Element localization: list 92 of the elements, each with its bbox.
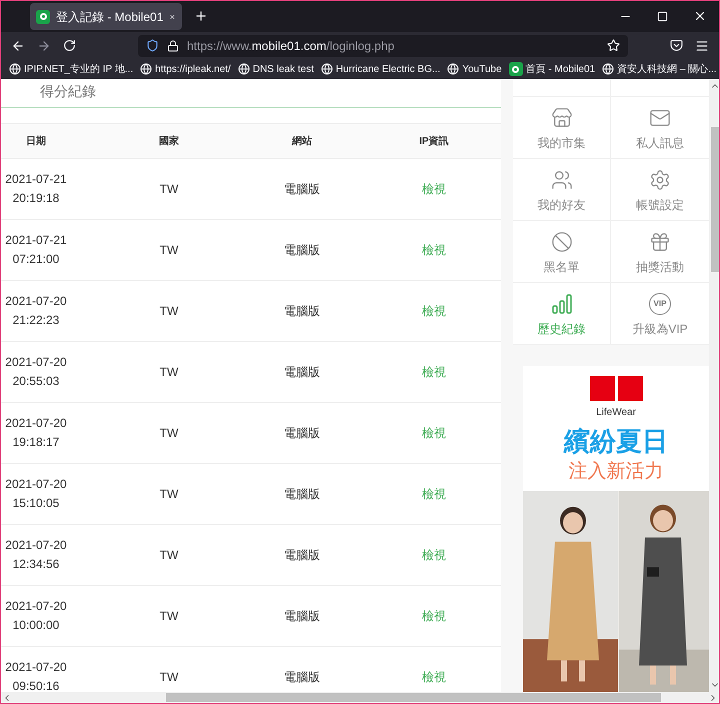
column-header: 國家 — [159, 134, 179, 148]
column-header: IP資訊 — [419, 134, 449, 148]
date-cell-text: 2021-07-21 07:21:00 — [5, 232, 67, 268]
mail-icon — [649, 107, 671, 129]
view-link[interactable]: 檢視 — [422, 607, 446, 625]
globe-icon — [320, 63, 333, 75]
site-cell-text: 電腦版 — [284, 547, 320, 564]
bookmark-item[interactable]: DNS leak test — [238, 62, 314, 76]
view-link[interactable]: 檢視 — [422, 668, 446, 686]
view-link[interactable]: 檢視 — [422, 424, 446, 442]
globe-icon — [9, 63, 21, 75]
forward-icon[interactable] — [37, 38, 51, 52]
date-cell-text: 2021-07-21 20:19:18 — [5, 171, 67, 207]
country-cell-text: TW — [160, 181, 178, 198]
view-link[interactable]: 檢視 — [422, 546, 446, 564]
bar-chart-icon — [550, 293, 572, 315]
country-cell-text: TW — [160, 364, 178, 381]
globe-icon — [447, 63, 460, 75]
site-favicon — [36, 10, 50, 24]
view-link[interactable]: 檢視 — [422, 363, 446, 381]
logo-icon — [590, 376, 642, 401]
country-cell-text: TW — [160, 608, 178, 625]
site-cell-text: 電腦版 — [284, 242, 320, 259]
address-bar[interactable]: https://www.mobile01.com/loginlog.php — [138, 34, 628, 56]
date-cell-text: 2021-07-20 21:22:23 — [5, 293, 67, 329]
ban-icon — [550, 231, 572, 253]
country-cell-text: TW — [160, 547, 178, 564]
site-cell-text: 電腦版 — [284, 181, 320, 198]
lock-icon — [167, 40, 179, 52]
scrollbar-thumb[interactable] — [166, 693, 661, 702]
bookmark-item[interactable]: https://ipleak.net/ — [140, 62, 231, 76]
view-link[interactable]: 檢視 — [422, 302, 446, 320]
site-cell-text: 電腦版 — [284, 364, 320, 381]
ad-tagline: LifeWear — [596, 406, 636, 420]
menu-tile[interactable]: 我的市集 — [513, 97, 611, 159]
date-cell-text: 2021-07-20 10:00:00 — [5, 598, 67, 634]
site-cell-text: 電腦版 — [284, 608, 320, 625]
site-cell-text: 電腦版 — [284, 486, 320, 503]
back-icon[interactable] — [11, 38, 25, 52]
date-cell-text: 2021-07-20 19:18:17 — [5, 415, 67, 451]
menu-tile[interactable]: 我的好友 — [513, 159, 611, 221]
bookmark-item[interactable]: IPIP.NET_专业的 IP 地... — [9, 62, 134, 76]
gift-icon — [649, 231, 671, 253]
date-cell-text: 2021-07-20 15:10:05 — [5, 476, 67, 512]
ad-subheadline: 注入新活力 — [568, 459, 664, 483]
menu-tile[interactable]: 歷史紀錄 — [513, 283, 611, 345]
country-cell-text: TW — [160, 242, 178, 259]
date-cell-text: 2021-07-20 12:34:56 — [5, 537, 67, 573]
date-cell-text: 2021-07-20 09:50:16 — [5, 659, 67, 692]
site-favicon — [508, 62, 523, 76]
ad-headline: 繽紛夏日 — [564, 427, 668, 457]
view-link[interactable]: 檢視 — [422, 241, 446, 259]
country-cell-text: TW — [160, 425, 178, 442]
vip-icon: VIP — [649, 293, 671, 315]
url-text: https://www.mobile01.com/loginlog.php — [187, 38, 396, 54]
column-header: 日期 — [26, 134, 46, 148]
section-heading: 得分紀錄 — [40, 82, 96, 101]
bookmark-item[interactable]: YouTube — [447, 62, 502, 76]
pocket-icon[interactable] — [670, 39, 683, 52]
bookmark-item[interactable]: 首頁 - Mobile01 — [508, 62, 596, 76]
globe-icon — [140, 63, 152, 75]
menu-icon[interactable] — [695, 38, 709, 52]
view-link[interactable]: 檢視 — [422, 485, 446, 503]
reload-icon[interactable] — [63, 39, 76, 52]
users-icon — [550, 169, 572, 191]
country-cell-text: TW — [160, 669, 178, 686]
country-cell-text: TW — [160, 303, 178, 320]
bookmark-star-icon[interactable] — [607, 39, 620, 52]
new-tab-icon[interactable] — [194, 9, 208, 23]
date-cell-text: 2021-07-20 20:55:03 — [5, 354, 67, 390]
globe-icon — [602, 63, 614, 75]
column-header: 網站 — [292, 134, 312, 148]
site-cell-text: 電腦版 — [284, 303, 320, 320]
ad-banner[interactable]: LifeWear 繽紛夏日 注入新活力 — [523, 366, 709, 692]
country-cell-text: TW — [160, 486, 178, 503]
shield-icon — [146, 39, 159, 52]
horizontal-scrollbar[interactable] — [1, 692, 719, 703]
store-icon — [550, 107, 572, 129]
bookmark-item[interactable]: Hurricane Electric BG... — [320, 62, 440, 76]
bookmark-item[interactable]: 資安人科技網 – 關心... — [602, 62, 717, 76]
site-cell-text: 電腦版 — [284, 425, 320, 442]
menu-tile[interactable]: 黑名單 — [513, 221, 611, 283]
scrollbar-thumb[interactable] — [710, 127, 719, 272]
close-window-icon[interactable] — [693, 9, 707, 23]
vertical-scrollbar[interactable] — [709, 79, 719, 692]
view-link[interactable]: 檢視 — [422, 180, 446, 198]
browser-tab[interactable]: 登入記錄 - Mobile01 — [30, 3, 182, 30]
tab-title: 登入記錄 - Mobile01 — [56, 8, 164, 26]
settings-icon — [649, 169, 671, 191]
globe-icon — [238, 63, 250, 75]
maximize-icon[interactable] — [657, 11, 668, 22]
site-cell-text: 電腦版 — [284, 669, 320, 686]
